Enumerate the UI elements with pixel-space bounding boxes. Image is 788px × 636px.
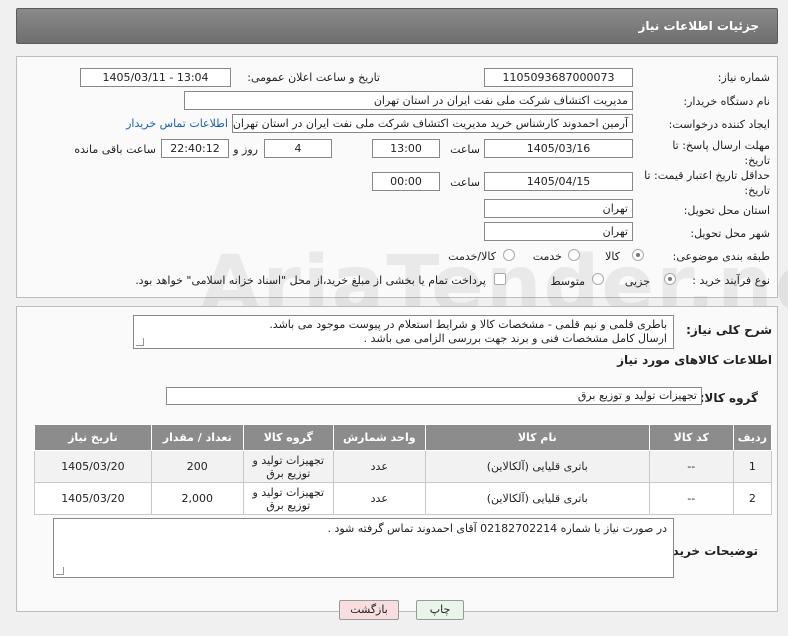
cell-group: تجهیزات تولید و توزیع برق xyxy=(242,450,334,483)
page-title: جزئیات اطلاعات نیاز xyxy=(638,19,759,33)
cell-unit: عدد xyxy=(332,482,426,515)
category-service-radio[interactable] xyxy=(568,249,580,261)
treasury-payment-note: پرداخت تمام یا بخشی از مبلغ خرید،از محل … xyxy=(135,274,486,287)
remaining-time-field: 22:40:12 xyxy=(161,139,229,158)
purchase-type-label: نوع فرآیند خرید : xyxy=(692,274,770,287)
description-label: شرح کلی نیاز: xyxy=(686,323,772,337)
table-row: 2 -- باتری قلیایی (آلکالاین) عدد تجهیزات… xyxy=(34,482,773,515)
purchase-medium-label: متوسط xyxy=(550,275,585,288)
remaining-time-label: ساعت باقی مانده xyxy=(74,143,156,156)
goods-table-header: ردیف کد کالا نام کالا واحد شمارش گروه کا… xyxy=(34,424,773,451)
buyer-org-field: مدیریت اکتشاف شرکت ملی نفت ایران در استا… xyxy=(184,91,633,110)
purchase-small-radio[interactable] xyxy=(664,273,676,285)
cell-date: 1405/03/20 xyxy=(34,450,152,483)
treasury-payment-checkbox[interactable] xyxy=(494,273,506,285)
delivery-city-field: تهران xyxy=(484,222,633,241)
page-header: جزئیات اطلاعات نیاز xyxy=(16,8,778,44)
reply-deadline-label: مهلت ارسال پاسخ: تا تاریخ: xyxy=(672,139,770,167)
delivery-city-label: شهر محل تحویل: xyxy=(690,227,770,240)
days-remaining-field: 4 xyxy=(264,139,332,158)
cell-code: -- xyxy=(648,450,734,483)
cell-code: -- xyxy=(648,482,734,515)
category-goods-radio[interactable] xyxy=(632,249,644,261)
delivery-province-field: تهران xyxy=(484,199,633,218)
reply-time-label: ساعت xyxy=(450,143,480,156)
purchase-medium-radio[interactable] xyxy=(592,273,604,285)
buyer-notes-textarea[interactable]: در صورت نیاز با شماره 02182702214 آقای ا… xyxy=(53,518,674,578)
cell-date: 1405/03/20 xyxy=(34,482,152,515)
col-name: نام کالا xyxy=(424,424,650,451)
category-service-label: خدمت xyxy=(532,250,562,263)
category-goods-service-label: کالا/خدمت xyxy=(448,250,496,263)
cell-group: تجهیزات تولید و توزیع برق xyxy=(242,482,334,515)
col-code: کد کالا xyxy=(648,424,734,451)
announce-datetime-field: 1405/03/11 - 13:04 xyxy=(80,68,231,87)
col-unit: واحد شمارش xyxy=(332,424,426,451)
cell-unit: عدد xyxy=(332,450,426,483)
goods-table: ردیف کد کالا نام کالا واحد شمارش گروه کا… xyxy=(34,424,773,515)
notes-resize-handle[interactable] xyxy=(56,567,64,575)
category-goods-service-radio[interactable] xyxy=(503,249,515,261)
creator-label: ایجاد کننده درخواست: xyxy=(668,118,770,131)
price-date-field: 1405/04/15 xyxy=(484,172,633,191)
creator-field: آرمین احمدوند کارشناس خرید مدیریت اکتشاف… xyxy=(232,114,633,133)
price-time-field: 00:00 xyxy=(372,172,440,191)
buyer-org-label: نام دستگاه خریدار: xyxy=(683,95,770,108)
cell-row: 1 xyxy=(732,450,773,483)
delivery-province-label: استان محل تحویل: xyxy=(683,204,770,217)
buyer-contact-link[interactable]: اطلاعات تماس خریدار xyxy=(126,117,228,130)
need-number-field: 1105093687000073 xyxy=(484,68,633,87)
cell-name: باتری قلیایی (آلکالاین) xyxy=(424,482,650,515)
buyer-notes-text: در صورت نیاز با شماره 02182702214 آقای ا… xyxy=(327,522,667,535)
col-qty: تعداد / مقدار xyxy=(150,424,244,451)
description-textarea[interactable]: باطری قلمی و نیم قلمی - مشخصات کالا و شر… xyxy=(133,315,674,349)
purchase-small-label: جزیی xyxy=(624,275,650,288)
col-row: ردیف xyxy=(732,424,773,451)
goods-section-title: اطلاعات کالاهای مورد نیاز xyxy=(617,353,772,367)
cell-name: باتری قلیایی (آلکالاین) xyxy=(424,450,650,483)
col-date: تاریخ نیاز xyxy=(34,424,152,451)
description-line-1: باطری قلمی و نیم قلمی - مشخصات کالا و شر… xyxy=(269,318,667,331)
price-validity-label: حداقل تاریخ اعتبار قیمت: تا تاریخ: xyxy=(644,169,770,197)
print-button[interactable]: چاپ xyxy=(416,600,464,620)
need-number-label: شماره نیاز: xyxy=(717,71,770,84)
cell-qty: 2,000 xyxy=(150,482,244,515)
back-button[interactable]: بازگشت xyxy=(339,600,399,620)
table-row: 1 -- باتری قلیایی (آلکالاین) عدد تجهیزات… xyxy=(34,450,773,483)
reply-date-field: 1405/03/16 xyxy=(484,139,633,158)
announce-datetime-label: تاریخ و ساعت اعلان عمومی: xyxy=(247,71,380,84)
textarea-resize-handle[interactable] xyxy=(136,338,144,346)
reply-time-field: 13:00 xyxy=(372,139,440,158)
cell-row: 2 xyxy=(732,482,773,515)
description-line-2: ارسال کامل مشخصات فنی و برند جهت بررسی ا… xyxy=(363,332,667,345)
days-label: روز و xyxy=(233,143,258,156)
category-goods-label: کالا xyxy=(605,250,620,263)
goods-group-field: تجهیزات تولید و توزیع برق xyxy=(166,387,702,405)
goods-group-label: گروه کالا: xyxy=(699,391,758,405)
cell-qty: 200 xyxy=(150,450,244,483)
col-group: گروه کالا xyxy=(242,424,334,451)
price-time-label: ساعت xyxy=(450,176,480,189)
category-label: طبقه بندی موضوعی: xyxy=(672,250,770,263)
